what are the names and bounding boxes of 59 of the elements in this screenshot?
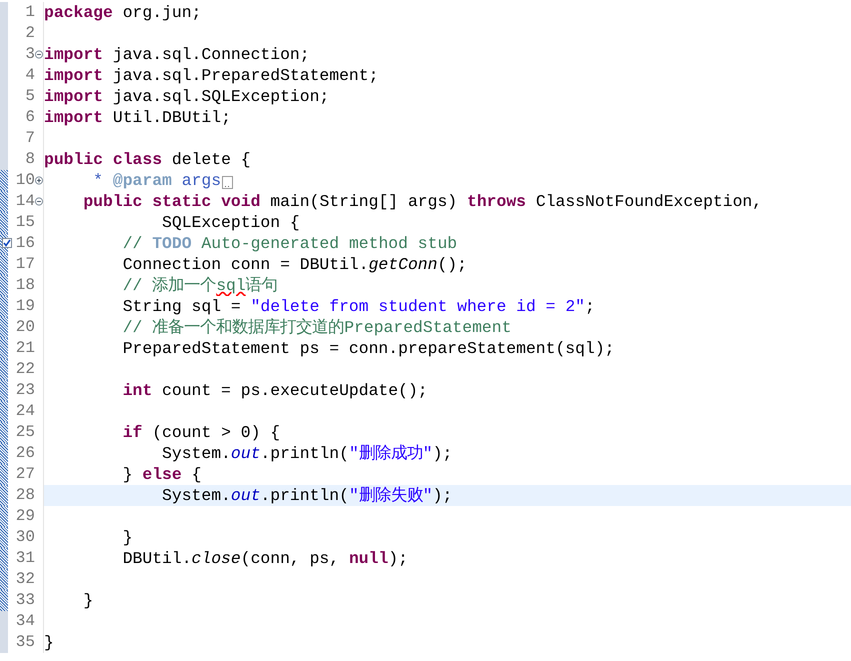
- line-number: 5: [24, 86, 35, 107]
- line-number: 6: [24, 107, 35, 128]
- code-line: String sql = "delete from student where id = 2";: [122, 296, 595, 317]
- code-line: // 添加一个sql语句: [122, 275, 278, 296]
- line-number: 31: [14, 548, 35, 569]
- folded-code-icon[interactable]: [222, 176, 234, 189]
- code-line: int count = ps.executeUpdate();: [122, 380, 428, 401]
- line-number: 29: [14, 506, 35, 527]
- code-line: // 准备一个和数据库打交道的PreparedStatement: [122, 317, 512, 338]
- code-line: }: [122, 527, 133, 548]
- line-number: 27: [14, 464, 35, 485]
- line-number: 20: [14, 317, 35, 338]
- code-line: }: [82, 590, 94, 611]
- line-number: 16: [14, 233, 35, 254]
- line-number: 26: [14, 443, 35, 464]
- code-line: import java.sql.Connection;: [44, 44, 310, 65]
- line-number: 33: [14, 590, 35, 611]
- line-number: 24: [14, 401, 35, 422]
- code-line: if (count > 0) {: [122, 422, 280, 443]
- line-number: 30: [14, 527, 35, 548]
- code-line: // TODO Auto-generated method stub: [122, 233, 458, 254]
- line-number: 17: [14, 254, 35, 275]
- line-number: 1: [24, 2, 35, 23]
- line-number: 10: [14, 170, 35, 191]
- line-number: 34: [14, 611, 35, 632]
- line-number: 23: [14, 380, 35, 401]
- code-line: package org.jun;: [44, 2, 202, 23]
- line-number: 7: [24, 128, 35, 149]
- line-number: 8: [24, 149, 35, 170]
- code-line: PreparedStatement ps = conn.prepareStatement(sql);: [122, 338, 614, 359]
- code-line: * @param args: [92, 170, 222, 191]
- collapse-icon[interactable]: [35, 197, 43, 206]
- expand-icon[interactable]: [35, 176, 43, 185]
- line-number: 32: [14, 569, 35, 590]
- collapse-icon[interactable]: [35, 50, 43, 59]
- code-line: DBUtil.close(conn, ps, null);: [122, 548, 408, 569]
- line-number: 4: [24, 65, 35, 86]
- code-line: Connection conn = DBUtil.getConn();: [122, 254, 467, 275]
- code-line: SQLException {: [161, 212, 300, 233]
- line-number: 21: [14, 338, 35, 359]
- line-number: 22: [14, 359, 35, 380]
- code-line: System.out.println("删除成功");: [161, 443, 452, 464]
- line-number: 35: [14, 632, 35, 653]
- line-number: 14: [14, 191, 35, 212]
- line-number: 25: [14, 422, 35, 443]
- code-line: }: [44, 632, 54, 653]
- code-line: import Util.DBUtil;: [44, 107, 231, 128]
- line-number: 3: [24, 44, 35, 65]
- line-number: 18: [14, 275, 35, 296]
- code-line: public static void main(String[] args) throws ClassNotFoundException,: [82, 191, 762, 212]
- line-number: 15: [14, 212, 35, 233]
- code-line: System.out.println("删除失败");: [161, 485, 452, 506]
- line-number: 28: [14, 485, 35, 506]
- line-number: 2: [24, 23, 35, 44]
- code-line: public class delete {: [44, 149, 251, 170]
- code-line: import java.sql.PreparedStatement;: [44, 65, 378, 86]
- line-number: 19: [14, 296, 35, 317]
- code-line: } else {: [122, 464, 202, 485]
- code-line: import java.sql.SQLException;: [44, 86, 330, 107]
